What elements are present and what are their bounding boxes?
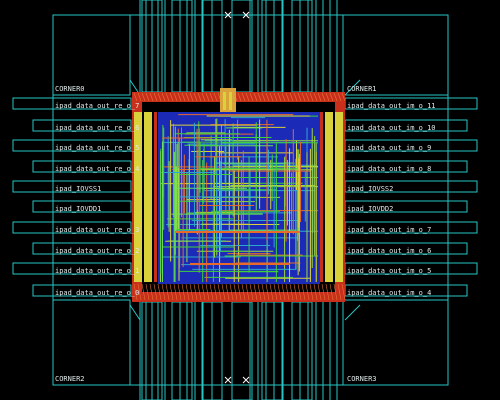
left-pad-label: ipad_IOVSS1: [55, 185, 101, 193]
right-pad-label: ipad_data_out_im_o_6: [347, 247, 431, 255]
left-pad-label: ipad_data_out_re_o_0: [55, 289, 139, 297]
right-pad-label: ipad_data_out_im_o_8: [347, 165, 431, 173]
left-pad-label: ipad_data_out_re_o_2: [55, 247, 139, 255]
right-pad-label: ipad_data_out_im_o_9: [347, 144, 431, 152]
corner-label-1: CORNER1: [347, 85, 377, 93]
right-pad-label: ipad_data_out_im_o_10: [347, 124, 436, 132]
left-pad-label: ipad_IOVDD1: [55, 205, 101, 213]
corner-label-3: CORNER3: [347, 375, 377, 383]
left-pad-label: ipad_data_out_re_o_3: [55, 226, 139, 234]
left-pad-label: ipad_data_out_re_o_6: [55, 124, 139, 132]
chip-layout-canvas: CORNER0 CORNER1 CORNER2 CORNER3 ipad_dat…: [0, 0, 500, 400]
corner-label-0: CORNER0: [55, 85, 85, 93]
left-pad-label: ipad_data_out_re_o_5: [55, 144, 139, 152]
right-pad-label: ipad_data_out_im_o_5: [347, 267, 431, 275]
right-pad-label: ipad_IOVSS2: [347, 185, 393, 193]
corner-label-2: CORNER2: [55, 375, 85, 383]
top-strap-block: [220, 88, 236, 112]
left-pad-label: ipad_data_out_re_o_4: [55, 165, 139, 173]
right-pad-label: ipad_data_out_im_o_4: [347, 289, 431, 297]
left-pad-label: ipad_data_out_re_o_7: [55, 102, 139, 110]
right-pad-label: ipad_IOVDD2: [347, 205, 393, 213]
right-pad-label: ipad_data_out_im_o_7: [347, 226, 431, 234]
right-pad-label: ipad_data_out_im_o_11: [347, 102, 436, 110]
left-pad-label: ipad_data_out_re_o_1: [55, 267, 139, 275]
